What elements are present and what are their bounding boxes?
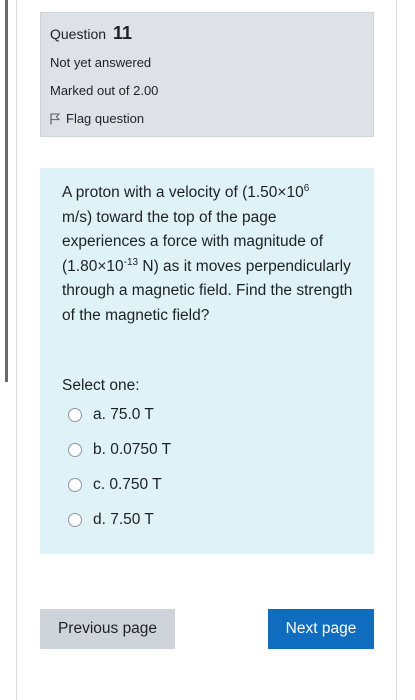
question-info-panel: Question 11 Not yet answered Marked out … [40,12,374,137]
left-scroll-indicator [5,0,8,382]
radio-button[interactable] [68,478,82,492]
answer-option-label: a. 75.0 T [93,406,154,423]
question-number-value: 11 [112,23,132,43]
answer-option-b[interactable]: b. 0.0750 T [68,439,171,461]
radio-button[interactable] [68,408,82,422]
answer-option-label: b. 0.0750 T [93,441,172,458]
question-grade: Marked out of 2.00 [50,83,159,98]
flag-question-label: Flag question [66,111,145,126]
answer-option-d[interactable]: d. 7.50 T [68,509,154,531]
answer-option-c[interactable]: c. 0.750 T [68,474,162,496]
next-page-button[interactable]: Next page [268,609,374,649]
answer-option-label: d. 7.50 T [93,511,154,528]
previous-page-button[interactable]: Previous page [40,609,175,649]
answer-option-label: c. 0.750 T [93,476,162,493]
select-one-label: Select one: [62,377,140,394]
answer-option-a[interactable]: a. 75.0 T [68,404,154,426]
question-state: Not yet answered [50,55,152,70]
question-label: Question [50,26,107,42]
question-number: Question 11 [50,23,132,44]
flag-question-link[interactable]: Flag question [50,111,144,126]
flag-icon [50,113,61,125]
question-text: A proton with a velocity of (1.50×106 m/s… [62,183,353,324]
radio-button[interactable] [68,513,82,527]
question-content: A proton with a velocity of (1.50×106 m/s… [40,168,374,554]
radio-button[interactable] [68,443,82,457]
